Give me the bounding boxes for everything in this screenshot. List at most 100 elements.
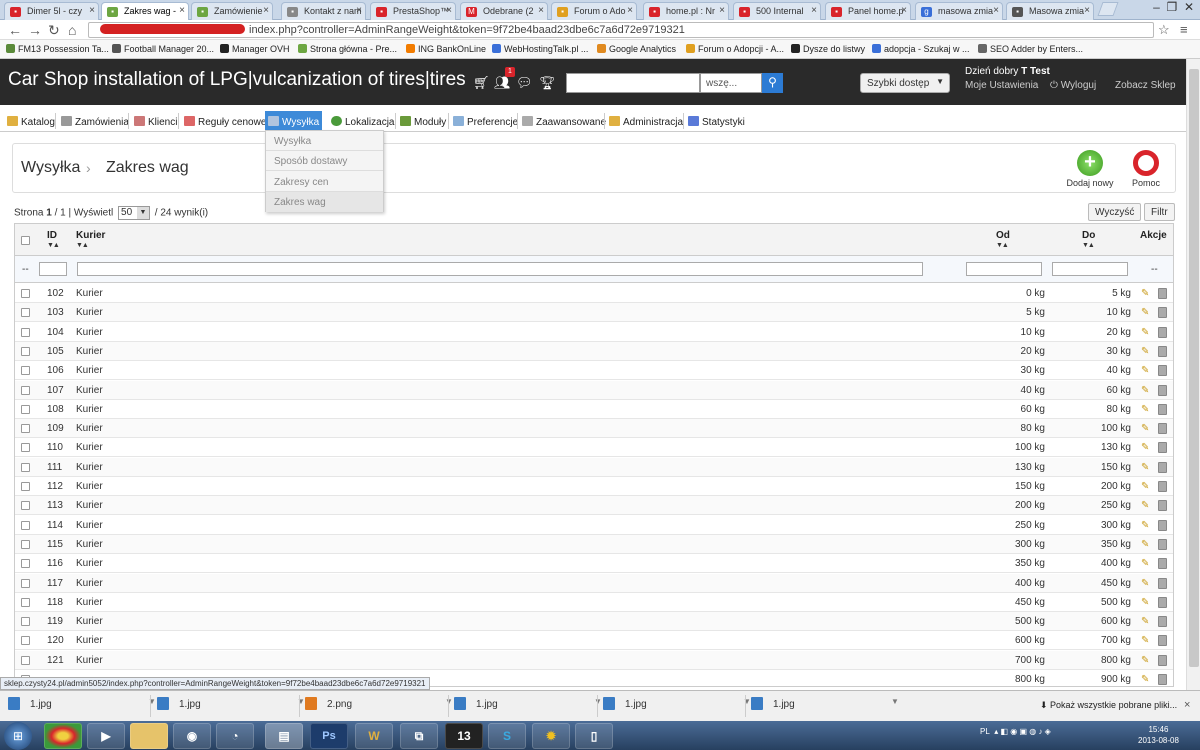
star-icon[interactable]: ☆ [1158, 21, 1170, 39]
clock[interactable]: 15:46 2013-08-08 [1138, 724, 1179, 746]
bookmark-item[interactable]: WebHostingTalk.pl ... [492, 44, 588, 54]
customers-icon[interactable]: 👥︎ [494, 75, 511, 91]
sort-arrows-icon[interactable]: ▼▲ [76, 242, 105, 249]
delete-trash-icon[interactable] [1158, 577, 1167, 589]
start-button[interactable]: ⊞ [4, 722, 32, 750]
trophy-icon[interactable]: 🏆︎ [539, 75, 556, 91]
browser-tab[interactable]: ▪ Kontakt z nam × [281, 2, 366, 20]
delete-trash-icon[interactable] [1158, 481, 1167, 492]
row-checkbox[interactable] [21, 289, 30, 298]
table-row[interactable]: 102 Kurier 0 kg 5 kg ✎ [15, 284, 1173, 303]
edit-pencil-icon[interactable]: ✎ [1141, 578, 1152, 589]
row-checkbox[interactable] [21, 597, 30, 607]
row-checkbox[interactable] [21, 501, 30, 511]
bookmark-item[interactable]: adopcja - Szukaj w ... [872, 44, 970, 54]
sort-arrows-icon[interactable]: ▼▲ [47, 242, 60, 249]
browser-tab-active[interactable]: ▪ Zakres wag - × [101, 2, 189, 20]
per-page-select[interactable]: 50 ▼ [118, 206, 151, 220]
delete-trash-icon[interactable] [1158, 596, 1167, 608]
browser-tab[interactable]: g masowa zmia × [915, 2, 1003, 20]
back-arrow-icon[interactable]: ← [8, 21, 22, 39]
browser-tab[interactable]: ▪ Masowa zmia × [1006, 2, 1094, 20]
bookmark-item[interactable]: Strona główna - Pre... [298, 44, 397, 54]
table-row[interactable]: 121 Kurier 700 kg 800 kg ✎ [15, 650, 1173, 670]
delete-trash-icon[interactable] [1158, 345, 1167, 357]
edit-pencil-icon[interactable]: ✎ [1141, 442, 1152, 453]
help-button[interactable]: Pomoc [1119, 150, 1173, 188]
close-icon[interactable]: × [446, 5, 452, 16]
filter-carrier-input[interactable] [77, 262, 923, 276]
quick-access-select[interactable]: Szybki dostęp ▼ [860, 73, 950, 93]
table-row[interactable]: 117 Kurier 400 kg 450 kg ✎ [15, 573, 1173, 593]
edit-pencil-icon[interactable]: ✎ [1141, 674, 1152, 685]
bookmark-item[interactable]: Manager OVH [220, 44, 290, 54]
new-tab-button[interactable] [1097, 2, 1119, 16]
window-controls[interactable]: – ❐ ✕ [1140, 0, 1200, 18]
edit-pencil-icon[interactable]: ✎ [1141, 423, 1152, 434]
close-icon[interactable]: × [719, 5, 725, 16]
download-item[interactable]: 1.jpg▼ [454, 697, 604, 717]
sort-arrows-icon[interactable]: ▼▲ [996, 242, 1010, 249]
bookmark-item[interactable]: Forum o Adopcji - A... [686, 44, 784, 54]
menu-item-catalog[interactable]: Katalog [4, 111, 58, 131]
column-header-id[interactable]: ID ▼▲ [47, 230, 60, 249]
browser-tab[interactable]: ▪ PrestaShop™ × [370, 2, 456, 20]
edit-pencil-icon[interactable]: ✎ [1141, 346, 1152, 357]
network-icon[interactable]: ⧉ [400, 723, 438, 749]
row-checkbox[interactable] [21, 327, 30, 337]
warcraft-icon[interactable]: W [355, 723, 393, 749]
messages-icon[interactable]: 💬︎ [516, 75, 533, 91]
delete-trash-icon[interactable] [1158, 403, 1167, 415]
edit-pencil-icon[interactable]: ✎ [1141, 558, 1152, 569]
table-row[interactable]: 120 Kurier 600 kg 700 kg ✎ [15, 631, 1173, 651]
edit-pencil-icon[interactable]: ✎ [1141, 539, 1152, 550]
delete-trash-icon[interactable] [1158, 500, 1167, 512]
edit-pencil-icon[interactable]: ✎ [1141, 520, 1152, 531]
bookmark-item[interactable]: Football Manager 20... [112, 44, 214, 54]
edit-pencil-icon[interactable]: ✎ [1141, 655, 1152, 666]
close-icon[interactable]: × [179, 5, 185, 16]
edit-pencil-icon[interactable]: ✎ [1141, 385, 1152, 396]
row-checkbox[interactable] [21, 385, 30, 395]
row-checkbox[interactable] [21, 308, 30, 318]
delete-trash-icon[interactable] [1158, 384, 1167, 396]
delete-trash-icon[interactable] [1158, 423, 1167, 435]
row-checkbox[interactable] [21, 617, 30, 627]
row-checkbox[interactable] [21, 578, 30, 588]
folder-icon[interactable] [130, 723, 168, 749]
edit-pencil-icon[interactable]: ✎ [1141, 462, 1152, 473]
media-player-icon[interactable]: ▶ [87, 723, 125, 749]
submenu-item-carriers[interactable]: Sposób dostawy [266, 151, 383, 171]
column-header-to[interactable]: Do ▼▲ [1082, 230, 1095, 249]
breadcrumb-shipping[interactable]: Wysyłka [21, 159, 80, 177]
close-icon[interactable]: × [89, 5, 95, 16]
row-checkbox[interactable] [21, 462, 30, 472]
download-item[interactable]: 1.jpg▼ [8, 697, 158, 717]
reload-icon[interactable]: ↻ [48, 21, 60, 39]
page-scrollbar[interactable] [1186, 59, 1200, 690]
delete-trash-icon[interactable] [1158, 442, 1167, 454]
bookmark-item[interactable]: FM13 Possession Ta... [6, 44, 109, 54]
menu-item-advanced[interactable]: Zaawansowane [519, 111, 609, 131]
menu-item-shipping[interactable]: Wysyłka [265, 111, 323, 131]
delete-trash-icon[interactable] [1158, 307, 1167, 319]
close-icon[interactable]: × [993, 5, 999, 16]
row-checkbox[interactable] [21, 520, 30, 530]
browser-tab[interactable]: ▪ Dimer 5l - czy × [4, 2, 99, 20]
row-checkbox[interactable] [21, 482, 30, 491]
shop-title[interactable]: Car Shop installation of LPG|vulcanizati… [8, 69, 466, 91]
close-icon[interactable]: × [1184, 699, 1190, 711]
table-row[interactable]: 108 Kurier 60 kg 80 kg ✎ [15, 400, 1173, 419]
delete-trash-icon[interactable] [1158, 461, 1167, 473]
chevron-down-icon[interactable]: ▼ [891, 697, 899, 706]
table-row[interactable]: 110 Kurier 100 kg 130 kg ✎ [15, 438, 1173, 458]
edit-pencil-icon[interactable]: ✎ [1141, 481, 1152, 492]
download-item[interactable]: 1.jpg▼ [603, 697, 753, 717]
notepad-icon[interactable]: ▤ [265, 723, 303, 749]
chrome-icon[interactable] [44, 723, 82, 749]
table-row[interactable]: 116 Kurier 350 kg 400 kg ✎ [15, 554, 1173, 574]
row-checkbox[interactable] [21, 366, 30, 376]
close-icon[interactable]: × [901, 5, 907, 16]
table-row[interactable]: 105 Kurier 20 kg 30 kg ✎ [15, 341, 1173, 361]
table-row[interactable]: 119 Kurier 500 kg 600 kg ✎ [15, 612, 1173, 632]
